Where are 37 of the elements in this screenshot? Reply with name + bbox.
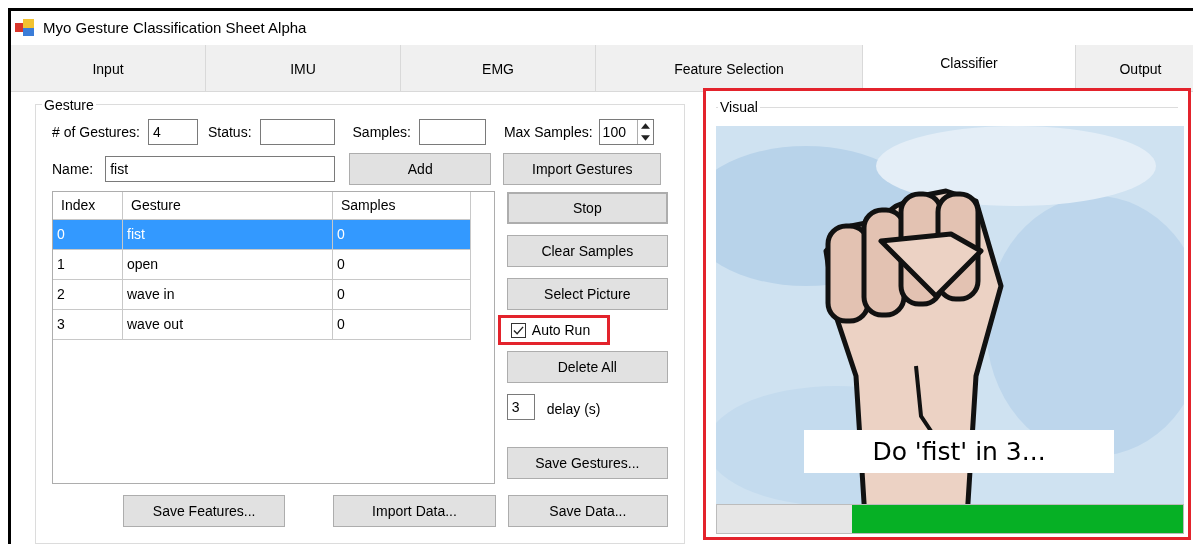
import-gestures-button[interactable]: Import Gestures bbox=[503, 153, 662, 185]
table-cell[interactable]: 2 bbox=[53, 280, 123, 310]
checkbox[interactable] bbox=[510, 322, 526, 338]
number-spinner[interactable]: 100 bbox=[598, 119, 654, 145]
table-cell[interactable]: 3 bbox=[53, 310, 123, 340]
field-label: Samples: bbox=[352, 122, 411, 142]
delete-all-button[interactable]: Delete All bbox=[506, 351, 668, 383]
name-field[interactable]: fist bbox=[105, 156, 336, 182]
app-icon bbox=[15, 18, 35, 37]
save-data-button[interactable]: Save Data... bbox=[507, 495, 668, 527]
stop-button[interactable]: Stop bbox=[506, 192, 668, 224]
samples-field[interactable] bbox=[418, 119, 486, 145]
field-label: Status: bbox=[207, 122, 252, 142]
clear-samples-button[interactable]: Clear Samples bbox=[506, 235, 668, 267]
gesture-count-field[interactable]: 4 bbox=[147, 119, 198, 145]
window-title: Myo Gesture Classification Sheet Alpha bbox=[43, 17, 307, 38]
check-icon bbox=[512, 324, 524, 336]
auto-run-checkbox[interactable]: Auto Run bbox=[497, 315, 610, 345]
table-cell[interactable]: 0 bbox=[333, 280, 471, 310]
table-cell[interactable]: 1 bbox=[53, 250, 123, 280]
delay-label: delay (s) bbox=[546, 400, 601, 419]
table-cell[interactable]: open bbox=[123, 250, 333, 280]
field-label: Name: bbox=[52, 159, 94, 179]
countdown-caption: Do 'fist' in 3... bbox=[804, 430, 1114, 473]
save-gestures-button[interactable]: Save Gestures... bbox=[506, 447, 668, 479]
save-features-button[interactable]: Save Features... bbox=[123, 495, 286, 527]
field-label: # of Gestures: bbox=[52, 122, 140, 142]
delay-field[interactable]: 3 bbox=[506, 393, 535, 420]
table-cell[interactable]: 0 bbox=[333, 250, 471, 280]
select-picture-button[interactable]: Select Picture bbox=[506, 278, 668, 310]
table-cell[interactable]: wave out bbox=[123, 310, 333, 340]
status-field[interactable] bbox=[259, 119, 335, 145]
field-label: Max Samples: bbox=[503, 122, 593, 142]
table-cell[interactable]: 0 bbox=[333, 310, 471, 340]
import-data-button[interactable]: Import Data... bbox=[333, 495, 496, 527]
table-cell[interactable]: wave in bbox=[123, 280, 333, 310]
add-button[interactable]: Add bbox=[349, 153, 492, 185]
